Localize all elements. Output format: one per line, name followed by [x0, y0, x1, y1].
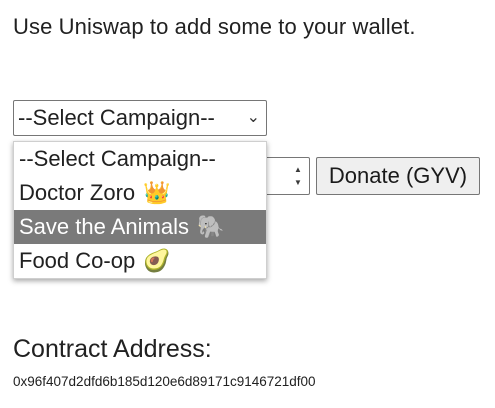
crown-icon: 👑 [143, 180, 171, 205]
avocado-icon: 🥑 [143, 248, 171, 273]
option-food-co-op[interactable]: Food Co-op 🥑 [14, 244, 266, 278]
donate-button[interactable]: Donate (GYV) [316, 157, 480, 195]
intro-text: Use Uniswap to add some to your wallet. [13, 14, 416, 39]
triangle-up-icon[interactable]: ▲ [294, 164, 302, 175]
option-label: Doctor Zoro [19, 180, 136, 205]
option-select-campaign[interactable]: --Select Campaign-- [14, 142, 266, 176]
triangle-down-icon[interactable]: ▼ [294, 177, 302, 188]
amount-spinner[interactable]: ▲ ▼ [291, 164, 305, 188]
option-label: Save the Animals [19, 214, 189, 239]
campaign-select[interactable]: --Select Campaign-- ⌄ [13, 100, 267, 136]
campaign-select-value: --Select Campaign-- [18, 105, 215, 130]
page: Use Uniswap to add some to your wallet. … [0, 0, 495, 408]
chevron-down-icon: ⌄ [246, 109, 260, 126]
option-save-the-animals[interactable]: Save the Animals 🐘 [14, 210, 266, 244]
contract-address-label: Contract Address: [13, 335, 212, 363]
option-label: --Select Campaign-- [19, 146, 216, 171]
contract-address-value: 0x96f407d2dfd6b185d120e6d89171c9146721df… [13, 374, 316, 389]
elephant-icon: 🐘 [196, 214, 225, 239]
option-label: Food Co-op [19, 248, 136, 273]
campaign-dropdown-list: --Select Campaign-- Doctor Zoro 👑 Save t… [13, 141, 267, 279]
option-doctor-zoro[interactable]: Doctor Zoro 👑 [14, 176, 266, 210]
